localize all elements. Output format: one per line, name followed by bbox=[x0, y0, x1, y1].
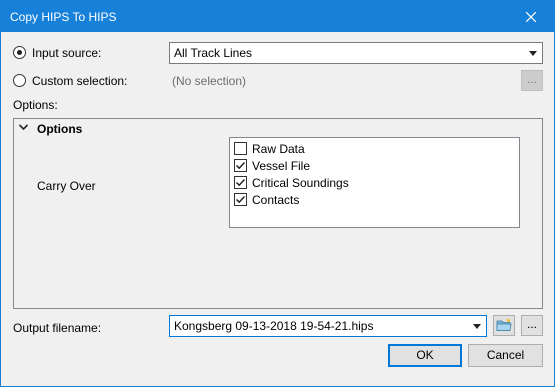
check-icon bbox=[235, 195, 246, 204]
carry-over-item-vessel-file[interactable]: Vessel File bbox=[234, 158, 514, 174]
contacts-checkbox[interactable] bbox=[234, 193, 247, 206]
close-button[interactable] bbox=[508, 1, 554, 32]
output-filename-dropdown[interactable]: Kongsberg 09-13-2018 19-54-21.hips bbox=[169, 315, 487, 337]
carry-over-item-raw-data[interactable]: Raw Data bbox=[234, 141, 514, 157]
vessel-file-label: Vessel File bbox=[252, 159, 311, 173]
carry-over-list: Raw Data Vessel File Critical Soundings … bbox=[229, 137, 520, 228]
dialog-window: Copy HIPS To HIPS Input source: All Trac… bbox=[0, 0, 555, 387]
check-icon bbox=[235, 178, 246, 187]
close-icon bbox=[526, 11, 536, 22]
carry-over-item-critical-soundings[interactable]: Critical Soundings bbox=[234, 175, 514, 191]
input-source-dropdown[interactable]: All Track Lines bbox=[169, 42, 543, 64]
output-folder-button[interactable] bbox=[493, 315, 515, 336]
custom-selection-label: Custom selection: bbox=[32, 74, 128, 88]
chevron-down-icon bbox=[473, 324, 481, 329]
chevron-down-icon bbox=[529, 51, 537, 56]
carry-over-item-contacts[interactable]: Contacts bbox=[234, 192, 514, 208]
input-source-value: All Track Lines bbox=[174, 46, 253, 60]
critical-soundings-label: Critical Soundings bbox=[252, 176, 349, 190]
folder-icon bbox=[496, 318, 512, 331]
critical-soundings-checkbox[interactable] bbox=[234, 176, 247, 189]
input-source-radio[interactable] bbox=[13, 46, 26, 59]
check-icon bbox=[235, 161, 246, 170]
custom-selection-radio[interactable] bbox=[13, 74, 26, 87]
vessel-file-checkbox[interactable] bbox=[234, 159, 247, 172]
window-title: Copy HIPS To HIPS bbox=[10, 10, 117, 24]
custom-selection-browse-button[interactable]: ... bbox=[521, 70, 543, 91]
custom-selection-value: (No selection) bbox=[172, 74, 247, 88]
output-browse-button[interactable]: ... bbox=[521, 315, 543, 336]
options-group-header[interactable]: Options bbox=[14, 119, 542, 139]
raw-data-label: Raw Data bbox=[252, 142, 305, 156]
output-filename-value: Kongsberg 09-13-2018 19-54-21.hips bbox=[174, 319, 374, 333]
output-filename-label: Output filename: bbox=[13, 321, 102, 335]
options-group-label: Options bbox=[37, 122, 83, 136]
ok-button[interactable]: OK bbox=[388, 344, 462, 367]
input-source-label: Input source: bbox=[32, 46, 102, 60]
options-section-label: Options: bbox=[13, 98, 58, 112]
contacts-label: Contacts bbox=[252, 193, 300, 207]
cancel-button[interactable]: Cancel bbox=[468, 344, 543, 367]
raw-data-checkbox[interactable] bbox=[234, 142, 247, 155]
chevron-down-icon[interactable] bbox=[19, 124, 28, 131]
title-bar[interactable]: Copy HIPS To HIPS bbox=[1, 1, 554, 32]
carry-over-label: Carry Over bbox=[37, 179, 96, 193]
